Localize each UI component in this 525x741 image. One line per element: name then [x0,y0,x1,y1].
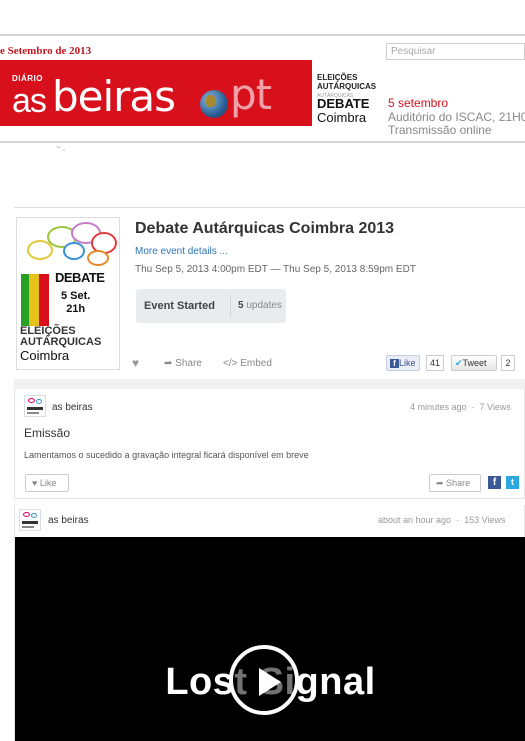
tweet-button[interactable]: ✔Tweet [451,355,497,371]
event-card: DEBATE 5 Set. 21h ELEIÇÕES AUTÁRQUICAS Coi… [14,207,525,379]
site-banner[interactable]: DIÁRIO as beiras pt ELEIÇÕES AUTÁRQUICAS … [0,60,525,137]
event-time-range: Thu Sep 5, 2013 4:00pm EDT — Thu Sep 5, … [135,264,416,275]
section-divider [14,379,525,389]
twitter-icon[interactable]: t [506,476,519,489]
logo-beiras-text: beiras [52,72,176,121]
post-body: Lamentamos o sucedido a gravação integra… [24,450,309,460]
facebook-like-count: 41 [426,355,444,371]
thumb-date: 5 Set. 21h [61,290,91,315]
post-item: as beiras about an hour ago · 153 Views … [14,505,525,741]
banner-place: Auditório do ISCAC, 21H00 [388,110,525,124]
nav-remnant: ~ , [56,143,66,152]
site-logo[interactable]: DIÁRIO as beiras pt [0,60,312,126]
globe-icon [200,90,228,118]
banner-elections: ELEIÇÕES AUTÁRQUICAS [317,73,377,91]
facebook-icon: f [390,359,399,368]
facebook-like-button[interactable]: f Like [386,355,420,371]
speech-bubble-icon [63,242,85,260]
search-input[interactable]: Pesquisar [386,43,525,60]
post-title: Emissão [24,426,71,440]
status-divider [230,295,231,317]
thumb-elections: ELEIÇÕES AUTÁRQUICAS [20,325,102,348]
logo-as-text: as [12,82,47,120]
event-thumbnail: DEBATE 5 Set. 21h ELEIÇÕES AUTÁRQUICAS Coi… [16,217,120,370]
event-actions: ♥ ➦ Share </> Embed f Like 41 ✔Tweet 2 [14,354,525,374]
post-author[interactable]: as beiras [52,402,93,413]
heart-icon: ♥ [32,478,38,488]
video-player[interactable]: Lost Signal [15,537,525,741]
share-arrow-icon: ➦ [164,358,173,369]
share-button[interactable]: ➦ Share [429,474,481,492]
avatar [19,509,41,531]
banner-transmission: Transmissão online [388,123,492,137]
flag-stripe-yellow [29,274,39,326]
code-icon: </> [223,358,238,369]
event-status-box: Event Started 5 updates [136,289,286,323]
thumb-debate: DEBATE [55,270,105,285]
speech-bubble-icon [87,250,109,266]
tweet-count: 2 [501,355,515,371]
top-divider [0,34,525,36]
embed-button[interactable]: </> Embed [223,358,272,369]
avatar [24,395,46,417]
post-author[interactable]: as beiras [48,515,89,526]
heart-icon[interactable]: ♥ [132,356,139,370]
banner-date: 5 setembro [388,96,449,110]
play-icon[interactable] [229,645,299,715]
logo-pt-text: pt [230,70,272,119]
twitter-icon: ✔ [455,358,463,368]
banner-debate: DEBATE [317,96,370,111]
site-date: e Setembro de 2013 [0,45,92,57]
event-title: Debate Autárquicas Coimbra 2013 [135,220,395,237]
post-time: about an hour ago · 153 Views [378,515,506,525]
like-button[interactable]: ♥ Like [25,474,69,492]
share-button[interactable]: ➦ Share [164,358,202,369]
banner-divider [0,141,525,143]
event-status: Event Started [144,300,215,312]
banner-city: Coimbra [317,110,367,125]
facebook-icon[interactable]: f [488,476,501,489]
post-item: as beiras 4 minutes ago · 7 Views Emissã… [14,389,525,499]
updates-count: 5 updates [238,300,282,311]
post-time: 4 minutes ago · 7 Views [410,402,511,412]
event-details-link[interactable]: More event details ... [135,246,228,257]
flag-stripe-red [39,274,49,326]
share-arrow-icon: ➦ [436,478,444,488]
flag-stripe-green [21,274,29,326]
